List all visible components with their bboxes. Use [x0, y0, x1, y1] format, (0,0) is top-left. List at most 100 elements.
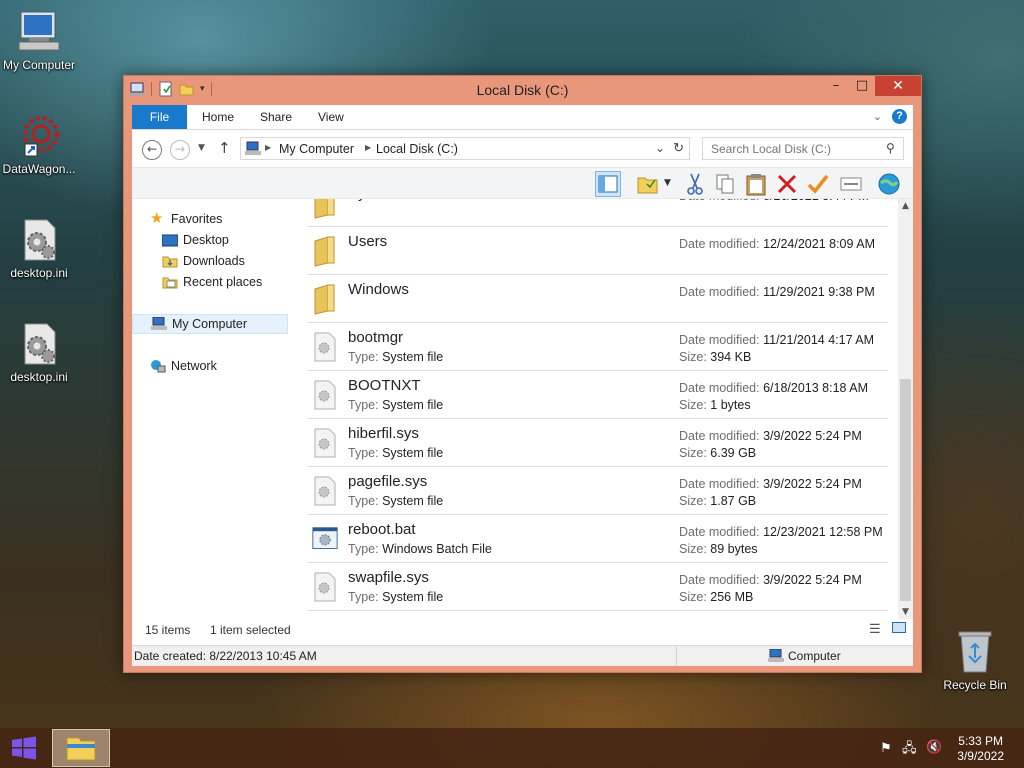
- downloads-icon: [162, 256, 178, 268]
- desktop-icon-label: My Computer: [2, 58, 76, 72]
- forward-button[interactable]: →: [170, 140, 190, 160]
- delete-button[interactable]: [774, 171, 800, 197]
- command-toolbar: ▼: [132, 167, 913, 199]
- folder-icon: [314, 236, 335, 267]
- file-name: Windows: [348, 281, 409, 298]
- cut-button[interactable]: [682, 171, 708, 197]
- title-bar[interactable]: ▾ Local Disk (C:) – □ ✕: [124, 76, 921, 104]
- recent-locations-icon[interactable]: ▼: [198, 143, 205, 153]
- address-bar[interactable]: ▶ My Computer ▶ Local Disk (C:) ⌄ ↻: [240, 137, 690, 160]
- desktop-icon-label: DataWagon...: [2, 162, 76, 176]
- copy-button[interactable]: [712, 171, 738, 197]
- search-input[interactable]: Search Local Disk (C:): [702, 137, 904, 160]
- action-center-flag-icon[interactable]: ⚑: [880, 740, 892, 756]
- clock[interactable]: 5:33 PM 3/9/2022: [957, 734, 1004, 764]
- help-icon[interactable]: ?: [892, 109, 907, 124]
- maximize-button[interactable]: □: [849, 76, 875, 96]
- preview-pane-button[interactable]: [595, 171, 621, 197]
- tab-home[interactable]: Home: [202, 105, 234, 129]
- dropdown-arrow-icon[interactable]: ▼: [664, 178, 671, 188]
- vertical-scrollbar[interactable]: ▲ ▼: [898, 199, 913, 619]
- nav-label: My Computer: [172, 317, 248, 331]
- refresh-icon[interactable]: ↻: [673, 140, 684, 156]
- tab-share[interactable]: Share: [260, 105, 292, 129]
- folder-options-button[interactable]: [635, 171, 661, 197]
- close-button[interactable]: ✕: [875, 76, 921, 96]
- network-globe-button[interactable]: [876, 171, 902, 197]
- file-type: Type: System file: [348, 494, 443, 508]
- star-icon: ★: [150, 210, 164, 227]
- file-name: System Volume Information: [348, 199, 531, 202]
- file-row[interactable]: BOOTNXT Type: System file Date modified: 6…: [308, 371, 888, 419]
- nav-my-computer[interactable]: My Computer: [132, 314, 288, 334]
- size-value: 394 KB: [710, 350, 752, 364]
- breadcrumb-my-computer[interactable]: My Computer: [279, 142, 354, 156]
- nav-favorites[interactable]: ★ Favorites: [150, 209, 222, 229]
- desktop-icon-datawagon[interactable]: DataWagon...: [0, 114, 81, 176]
- date-key: Date modified:: [679, 573, 760, 587]
- nav-desktop[interactable]: Desktop: [162, 230, 229, 250]
- tab-file[interactable]: File: [132, 105, 187, 129]
- file-row[interactable]: pagefile.sys Type: System file Date modifi…: [308, 467, 888, 515]
- address-dropdown-icon[interactable]: ⌄: [655, 141, 665, 155]
- file-row[interactable]: Windows Date modified: 11/29/2021 9:38 PM: [308, 275, 888, 323]
- type-value: Windows Batch File: [382, 542, 492, 556]
- file-row[interactable]: swapfile.sys Type: System file Date modifi…: [308, 563, 888, 611]
- nav-downloads[interactable]: Downloads: [162, 251, 245, 271]
- breadcrumb-local-disk[interactable]: Local Disk (C:): [376, 142, 458, 156]
- desktop-icon: [162, 234, 178, 247]
- folder-icon: [314, 199, 335, 219]
- file-row[interactable]: hiberfil.sys Type: System file Date modifi…: [308, 419, 888, 467]
- large-icons-view-icon[interactable]: [892, 622, 906, 633]
- file-date-modified: Date modified: 12/23/2021 12:58 PM: [679, 525, 883, 539]
- window-body: File Home Share View ⌄ ? ← → ▼ ↑ ▶ My Co…: [132, 105, 913, 666]
- back-button[interactable]: ←: [142, 140, 162, 160]
- rename-check-button[interactable]: [805, 171, 831, 197]
- nav-label: Desktop: [183, 233, 229, 247]
- system-tray: ⚑ 🖧 🔇 5:33 PM 3/9/2022: [864, 728, 1024, 768]
- file-row[interactable]: reboot.bat Type: Windows Batch File Date m…: [308, 515, 888, 563]
- desktop-icon-my-computer[interactable]: My Computer: [0, 10, 81, 72]
- type-key: Type:: [348, 494, 379, 508]
- size-value: 1.87 GB: [710, 494, 757, 508]
- file-row[interactable]: bootmgr Type: System file Date modified: 1…: [308, 323, 888, 371]
- date-key: Date modified:: [679, 477, 760, 491]
- recent-places-icon: [162, 277, 178, 289]
- network-status-icon[interactable]: 🖧: [902, 739, 917, 761]
- expand-ribbon-icon[interactable]: ⌄: [873, 110, 882, 123]
- file-date-modified: Date modified: 6/18/2013 8:18 AM: [679, 381, 868, 395]
- scrollbar-thumb[interactable]: [900, 379, 911, 601]
- type-key: Type:: [348, 398, 379, 412]
- scroll-down-arrow-icon[interactable]: ▼: [898, 607, 913, 617]
- up-arrow-icon[interactable]: ↑: [218, 139, 231, 157]
- explorer-window: ▾ Local Disk (C:) – □ ✕ File Home Share …: [123, 75, 922, 673]
- nav-label: Favorites: [171, 212, 223, 226]
- desktop-icon-desktop-ini-2[interactable]: desktop.ini: [0, 322, 81, 384]
- taskbar-file-explorer[interactable]: [52, 729, 110, 767]
- search-icon[interactable]: ⚲: [886, 141, 895, 155]
- desktop-icon-desktop-ini-1[interactable]: desktop.ini: [0, 218, 81, 280]
- size-key: Size:: [679, 446, 707, 460]
- desktop-icon-recycle-bin[interactable]: Recycle Bin: [933, 630, 1017, 692]
- date-value: 12/23/2021 12:58 PM: [763, 525, 883, 539]
- size-value: 6.39 GB: [710, 446, 757, 460]
- paste-button[interactable]: [743, 171, 769, 197]
- navigation-pane: ★ Favorites Desktop Downloads Recent pla…: [132, 199, 297, 619]
- desktop-icon-label: desktop.ini: [10, 370, 68, 384]
- properties-button[interactable]: [838, 171, 864, 197]
- date-value: 11/21/2014 4:17 AM: [763, 333, 875, 347]
- file-name: swapfile.sys: [348, 569, 429, 586]
- tab-view[interactable]: View: [318, 105, 344, 129]
- nav-recent-places[interactable]: Recent places: [162, 272, 262, 292]
- scroll-up-arrow-icon[interactable]: ▲: [898, 201, 913, 211]
- type-value: System file: [382, 398, 444, 412]
- details-bar: Date created: 8/22/2013 10:45 AM Compute…: [132, 645, 913, 666]
- nav-network[interactable]: Network: [150, 356, 217, 376]
- start-button[interactable]: [10, 736, 38, 760]
- details-view-icon[interactable]: ☰: [869, 621, 881, 637]
- file-row[interactable]: Users Date modified: 12/24/2021 8:09 AM: [308, 227, 888, 275]
- file-row[interactable]: System Volume Information Date modified: …: [308, 199, 888, 227]
- volume-muted-icon[interactable]: 🔇: [926, 739, 942, 755]
- file-name: reboot.bat: [348, 521, 416, 538]
- minimize-button[interactable]: –: [823, 76, 849, 96]
